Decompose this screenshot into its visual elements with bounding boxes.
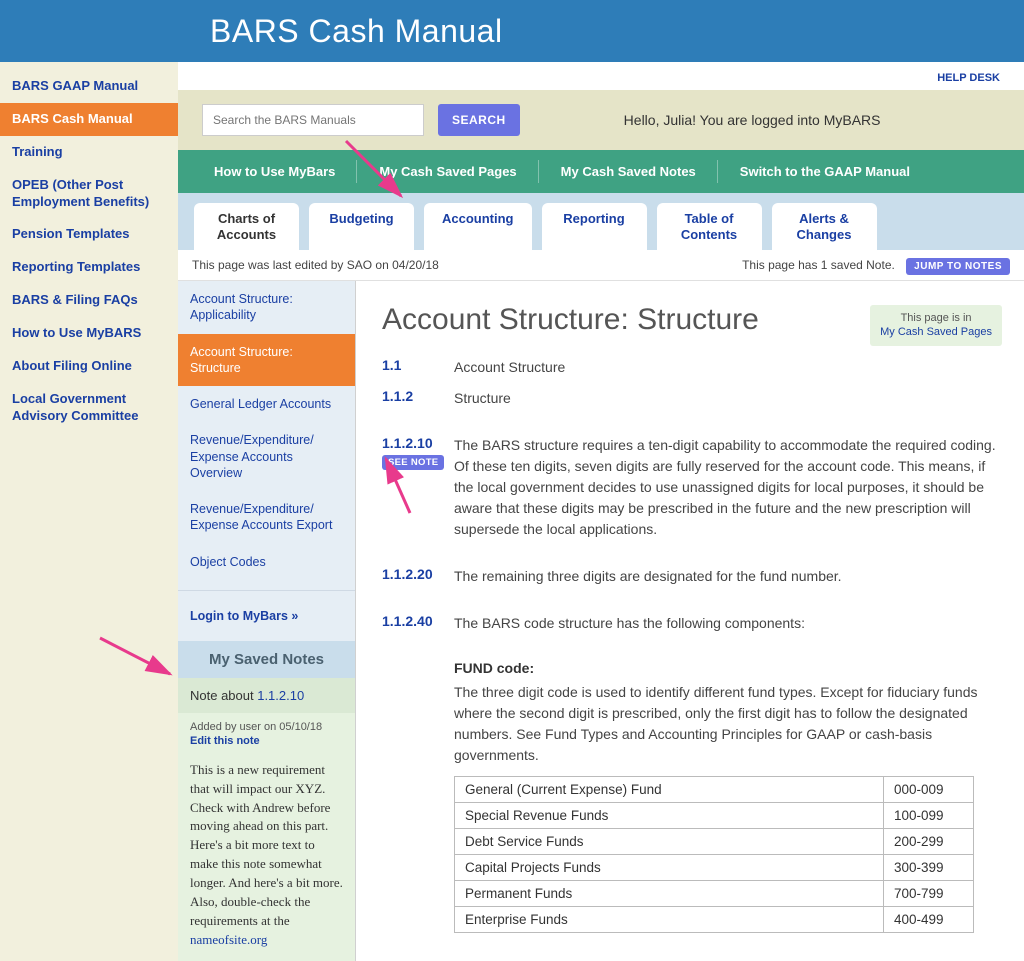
saved-page-badge: This page is in My Cash Saved Pages — [870, 305, 1002, 346]
fund-heading: FUND code: — [454, 660, 998, 676]
fund-name: Enterprise Funds — [455, 907, 884, 933]
section-label: Structure — [454, 388, 998, 409]
leftnav-item[interactable]: Pension Templates — [0, 218, 178, 251]
fund-range: 300-399 — [884, 855, 974, 881]
saved-notes-header: My Saved Notes — [178, 641, 355, 678]
paragraph-number: 1.1.2.10SEE NOTE — [382, 435, 454, 540]
note-title-link[interactable]: 1.1.2.10 — [257, 688, 304, 703]
note-meta: Added by user on 05/10/18 Edit this note — [178, 713, 355, 751]
leftnav-item[interactable]: Reporting Templates — [0, 251, 178, 284]
right-column: HELP DESK SEARCH Hello, Julia! You are l… — [178, 62, 1024, 961]
table-row: Capital Projects Funds300-399 — [455, 855, 974, 881]
mybars-nav-item[interactable]: My Cash Saved Notes — [539, 150, 718, 193]
leftnav-item[interactable]: OPEB (Other Post Employment Benefits) — [0, 169, 178, 219]
table-row: Permanent Funds700-799 — [455, 881, 974, 907]
fund-table: General (Current Expense) Fund000-009Spe… — [454, 776, 974, 933]
note-body: This is a new requirement that will impa… — [178, 751, 355, 961]
helpdesk-link[interactable]: HELP DESK — [937, 72, 1000, 84]
paragraph-text: The BARS code structure has the followin… — [454, 613, 998, 634]
left-nav: BARS GAAP ManualBARS Cash ManualTraining… — [0, 62, 178, 961]
leftnav-item[interactable]: How to Use MyBARS — [0, 317, 178, 350]
leftnav-item[interactable]: BARS & Filing FAQs — [0, 284, 178, 317]
tab[interactable]: Table ofContents — [657, 203, 762, 250]
section-sidebar: Account Structure: ApplicabilityAccount … — [178, 281, 356, 961]
paragraph-number: 1.1.2.20 — [382, 566, 454, 587]
section-nav-item[interactable]: Account Structure: Structure — [178, 334, 355, 387]
fund-name: Capital Projects Funds — [455, 855, 884, 881]
table-row: Special Revenue Funds100-099 — [455, 803, 974, 829]
search-input[interactable] — [202, 104, 424, 136]
fund-name: Debt Service Funds — [455, 829, 884, 855]
badge-line1: This page is in — [901, 312, 972, 324]
helpdesk-bar: HELP DESK — [178, 62, 1024, 90]
greeting-text: Hello, Julia! You are logged into MyBARS — [624, 112, 881, 128]
tab[interactable]: Charts ofAccounts — [194, 203, 299, 250]
note-title-prefix: Note about — [190, 688, 257, 703]
note-title: Note about 1.1.2.10 — [178, 678, 355, 713]
note-added-text: Added by user on 05/10/18 — [190, 721, 322, 733]
paragraph-text: The BARS structure requires a ten-digit … — [454, 435, 998, 540]
last-edited-text: This page was last edited by SAO on 04/2… — [192, 258, 439, 272]
section-nav-item[interactable]: Revenue/Expenditure/ Expense Accounts Ex… — [178, 491, 355, 544]
leftnav-item[interactable]: Training — [0, 136, 178, 169]
section-label: Account Structure — [454, 357, 998, 378]
content-wrap: Account Structure: ApplicabilityAccount … — [178, 281, 1024, 961]
section-number: 1.1 — [382, 357, 454, 378]
search-button[interactable]: SEARCH — [438, 104, 520, 136]
fund-name: Special Revenue Funds — [455, 803, 884, 829]
table-row: General (Current Expense) Fund000-009 — [455, 777, 974, 803]
badge-link[interactable]: My Cash Saved Pages — [880, 325, 992, 339]
main-container: BARS GAAP ManualBARS Cash ManualTraining… — [0, 62, 1024, 961]
note-body-text: This is a new requirement that will impa… — [190, 762, 343, 928]
status-bar: This page was last edited by SAO on 04/2… — [178, 250, 1024, 281]
table-row: Enterprise Funds400-499 — [455, 907, 974, 933]
tab[interactable]: Accounting — [424, 203, 532, 250]
table-row: Debt Service Funds200-299 — [455, 829, 974, 855]
fund-range: 700-799 — [884, 881, 974, 907]
paragraph-text: The remaining three digits are designate… — [454, 566, 998, 587]
fund-name: Permanent Funds — [455, 881, 884, 907]
jump-to-notes-button[interactable]: JUMP TO NOTES — [906, 258, 1010, 275]
see-note-badge[interactable]: SEE NOTE — [382, 455, 444, 470]
mybars-nav-item[interactable]: Switch to the GAAP Manual — [718, 150, 932, 193]
tab[interactable]: Budgeting — [309, 203, 414, 250]
fund-range: 400-499 — [884, 907, 974, 933]
fund-range: 200-299 — [884, 829, 974, 855]
tab[interactable]: Alerts &Changes — [772, 203, 877, 250]
notes-status: This page has 1 saved Note. JUMP TO NOTE… — [742, 258, 1010, 272]
section-nav-item[interactable]: Account Structure: Applicability — [178, 281, 355, 334]
page-banner-title: BARS Cash Manual — [210, 13, 503, 50]
leftnav-item[interactable]: BARS Cash Manual — [0, 103, 178, 136]
search-bar: SEARCH Hello, Julia! You are logged into… — [178, 90, 1024, 150]
leftnav-item[interactable]: BARS GAAP Manual — [0, 70, 178, 103]
section-nav-item[interactable]: Object Codes — [178, 544, 355, 580]
mybars-nav: How to Use MyBarsMy Cash Saved PagesMy C… — [178, 150, 1024, 193]
fund-range: 000-009 — [884, 777, 974, 803]
section-number: 1.1.2 — [382, 388, 454, 409]
tab[interactable]: Reporting — [542, 203, 647, 250]
notes-count-text: This page has 1 saved Note. — [742, 258, 895, 272]
fund-range: 100-099 — [884, 803, 974, 829]
section-nav-item[interactable]: Revenue/Expenditure/ Expense Accounts Ov… — [178, 422, 355, 491]
main-content: This page is in My Cash Saved Pages Acco… — [356, 281, 1024, 961]
fund-text: The three digit code is used to identify… — [454, 682, 998, 766]
login-mybars-link[interactable]: Login to MyBars » — [178, 590, 355, 641]
top-banner: BARS Cash Manual — [0, 0, 1024, 62]
paragraph-number: 1.1.2.40 — [382, 613, 454, 634]
section-nav-item[interactable]: General Ledger Accounts — [178, 386, 355, 422]
mybars-nav-item[interactable]: How to Use MyBars — [192, 150, 357, 193]
leftnav-item[interactable]: Local Government Advisory Committee — [0, 383, 178, 433]
leftnav-item[interactable]: About Filing Online — [0, 350, 178, 383]
fund-name: General (Current Expense) Fund — [455, 777, 884, 803]
mybars-nav-item[interactable]: My Cash Saved Pages — [357, 150, 538, 193]
note-site-link[interactable]: nameofsite.org — [190, 932, 267, 947]
tabs-row: Charts ofAccountsBudgetingAccountingRepo… — [178, 193, 1024, 250]
edit-note-link[interactable]: Edit this note — [190, 735, 343, 747]
